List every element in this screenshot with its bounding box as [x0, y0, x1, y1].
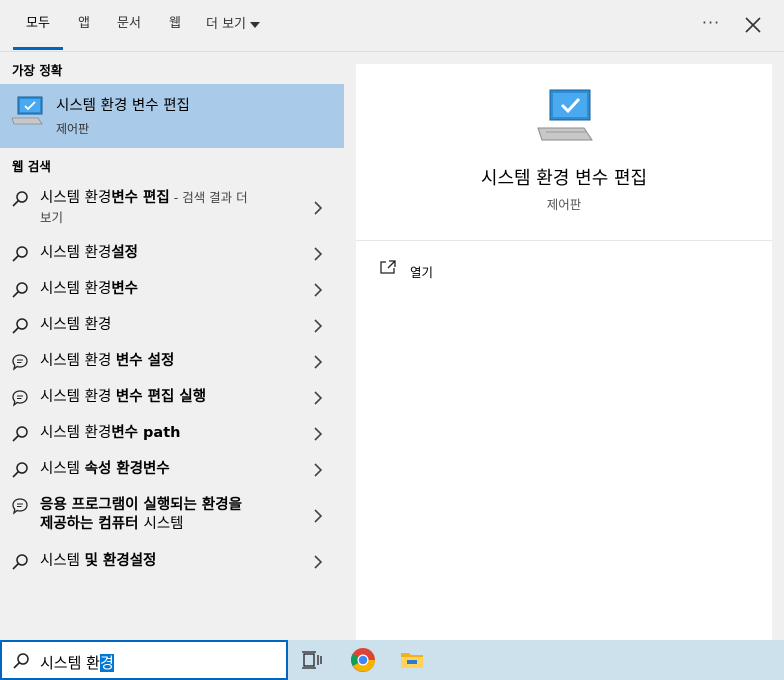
- chevron-right-icon: [314, 463, 323, 477]
- web-result-label: 시스템 환경변수 path: [40, 425, 181, 441]
- search-input[interactable]: 시스템 환경: [40, 652, 114, 673]
- web-result-item[interactable]: 시스템 환경: [0, 308, 344, 344]
- preview-title: 시스템 환경 변수 편집: [480, 168, 648, 189]
- chevron-right-icon: [314, 319, 323, 333]
- tab-web[interactable]: 웹: [162, 0, 188, 50]
- web-result-item[interactable]: 시스템 환경 변수 편집 실행: [0, 380, 344, 416]
- search-icon: [12, 554, 28, 570]
- search-icon: [12, 282, 28, 298]
- chat-bubble-icon: [12, 390, 28, 407]
- tab-more[interactable]: 더 보기: [206, 0, 270, 50]
- open-action[interactable]: 열기: [380, 260, 580, 282]
- chevron-right-icon: [314, 427, 323, 441]
- chevron-right-icon: [314, 391, 323, 405]
- preview-subtitle: 제어판: [546, 197, 582, 212]
- best-match-title: 시스템 환경 변수 편집: [56, 98, 190, 114]
- search-icon: [12, 246, 28, 262]
- taskbar-search-box[interactable]: 시스템 환경: [0, 640, 288, 680]
- web-result-label: 시스템 속성 환경변수: [40, 461, 170, 477]
- web-result-item[interactable]: 시스템 속성 환경변수: [0, 452, 344, 488]
- chevron-right-icon: [314, 201, 323, 215]
- web-result-item[interactable]: 시스템 환경변수 편집 - 검색 결과 더 보기: [0, 184, 344, 232]
- chat-bubble-icon: [12, 354, 28, 371]
- task-view-icon[interactable]: [298, 646, 326, 674]
- computer-check-icon: [537, 89, 593, 141]
- active-tab-indicator: [13, 47, 63, 50]
- web-search-heading: 웹 검색: [12, 159, 51, 174]
- chevron-right-icon: [314, 247, 323, 261]
- web-result-item[interactable]: 시스템 및 환경설정: [0, 544, 344, 580]
- close-icon[interactable]: [740, 12, 766, 38]
- tab-all[interactable]: 모두: [13, 0, 63, 50]
- tab-apps[interactable]: 앱: [70, 0, 98, 50]
- web-result-label: 시스템 환경변수 편집 - 검색 결과 더 보기: [40, 190, 248, 225]
- chrome-icon[interactable]: [349, 646, 377, 674]
- web-result-label: 시스템 환경: [40, 317, 112, 333]
- web-result-item[interactable]: 시스템 환경설정: [0, 236, 344, 272]
- computer-check-icon: [11, 96, 43, 125]
- search-icon: [12, 462, 28, 478]
- web-result-item[interactable]: 시스템 환경 변수 설정: [0, 344, 344, 380]
- best-match-subtitle: 제어판: [56, 122, 90, 136]
- search-icon: [12, 318, 28, 334]
- best-match-heading: 가장 정확: [12, 63, 63, 78]
- divider: [356, 240, 772, 241]
- chat-bubble-icon: [12, 498, 28, 515]
- search-composing-char: 경: [99, 654, 114, 672]
- web-result-label: 시스템 환경 변수 설정: [40, 353, 175, 369]
- search-tab-bar: 모두 앱 문서 웹 더 보기 ···: [0, 0, 784, 52]
- web-result-label: 시스템 및 환경설정: [40, 553, 157, 569]
- web-result-label: 시스템 환경설정: [40, 245, 138, 261]
- open-label: 열기: [410, 265, 434, 280]
- web-result-item[interactable]: 응용 프로그램이 실행되는 환경을 제공하는 컴퓨터 시스템: [0, 488, 344, 544]
- chevron-right-icon: [314, 509, 323, 523]
- search-icon: [13, 653, 29, 669]
- web-result-item[interactable]: 시스템 환경변수: [0, 272, 344, 308]
- web-result-label: 시스템 환경변수: [40, 281, 138, 297]
- open-external-icon: [380, 260, 396, 274]
- web-result-label: 시스템 환경 변수 편집 실행: [40, 389, 207, 405]
- chevron-down-icon: [250, 22, 261, 28]
- chevron-right-icon: [314, 555, 323, 569]
- tab-more-label: 더 보기: [206, 17, 247, 32]
- web-result-label: 응용 프로그램이 실행되는 환경을 제공하는 컴퓨터 시스템: [40, 497, 242, 532]
- search-icon: [12, 191, 28, 207]
- web-result-item[interactable]: 시스템 환경변수 path: [0, 416, 344, 452]
- best-match-item[interactable]: 시스템 환경 변수 편집 제어판: [0, 84, 344, 148]
- ellipsis-icon[interactable]: ···: [698, 12, 724, 38]
- tab-documents[interactable]: 문서: [110, 0, 148, 50]
- preview-panel: 시스템 환경 변수 편집 제어판 열기: [356, 64, 772, 640]
- search-icon: [12, 426, 28, 442]
- search-query-text: 시스템 환: [40, 654, 100, 672]
- results-panel: 가장 정확 시스템 환경 변수 편집 제어판 웹 검색 시스템 환경변수 편집 …: [0, 52, 344, 640]
- chevron-right-icon: [314, 355, 323, 369]
- chevron-right-icon: [314, 283, 323, 297]
- file-explorer-icon[interactable]: [398, 646, 426, 674]
- taskbar: 시스템 환경: [0, 640, 784, 680]
